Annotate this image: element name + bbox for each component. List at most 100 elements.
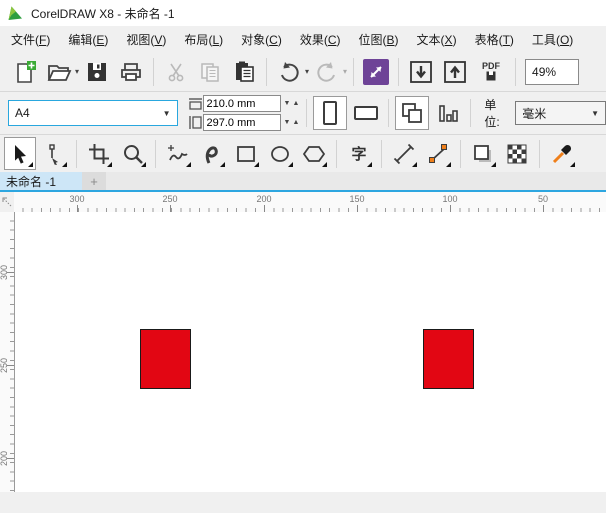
toolbar-separator (153, 57, 155, 86)
new-tab-button[interactable]: + (82, 172, 106, 190)
units-label: 单位: (484, 98, 500, 129)
units-combobox[interactable]: 毫米 ▼ (515, 101, 606, 125)
toolbox-separator (336, 139, 337, 168)
menu-view[interactable]: 视图(V) (117, 27, 175, 52)
toolbox-separator (155, 139, 156, 168)
red-rectangle-shape[interactable] (140, 329, 191, 389)
cut-button (161, 57, 191, 87)
ruler-label: 50 (537, 194, 548, 204)
ruler-major-tick (543, 205, 544, 212)
undo-button[interactable] (274, 57, 304, 87)
rectangle-tool[interactable] (230, 137, 262, 170)
undo-dropdown-caret[interactable]: ▾ (305, 67, 309, 76)
document-tab[interactable]: 未命名 -1 (0, 172, 82, 190)
menu-text[interactable]: 文本(X) (408, 27, 466, 52)
paste-button[interactable] (229, 57, 259, 87)
print-button[interactable] (116, 57, 146, 87)
artistic-media-tool[interactable] (196, 137, 228, 170)
publish-pdf-button[interactable]: PDF (474, 57, 508, 87)
connector-tool[interactable] (422, 137, 454, 170)
title-bar: CorelDRAW X8 - 未命名 -1 (0, 0, 606, 26)
open-document-button[interactable] (44, 57, 74, 87)
page-size-combobox[interactable]: A4 ▼ (8, 100, 178, 126)
ruler-label: 300 (69, 194, 85, 204)
work-area: 300 250 200 150 100 50 300 250 200 (0, 192, 606, 492)
drop-shadow-tool[interactable] (467, 137, 499, 170)
polygon-tool[interactable] (298, 137, 330, 170)
units-value: 毫米 (522, 106, 547, 121)
ruler-label: 100 (442, 194, 458, 204)
chevron-down-icon: ▼ (162, 108, 171, 118)
menu-edit[interactable]: 编辑(E) (59, 27, 117, 52)
apply-size-current-page-button[interactable] (431, 96, 465, 130)
dimension-tool[interactable] (388, 137, 420, 170)
page-width-spinner[interactable]: ▼▲ (284, 100, 302, 107)
toolbox-separator (539, 139, 540, 168)
ruler-label: 200 (256, 194, 272, 204)
shape-tool[interactable] (38, 137, 70, 170)
redo-dropdown-caret: ▾ (343, 67, 348, 76)
ruler-major-tick (7, 272, 14, 273)
ruler-major-tick (450, 205, 451, 212)
propbar-separator (306, 99, 308, 127)
save-button[interactable] (82, 57, 112, 87)
property-bar: A4 ▼ ▼▲ ▼▲ 单位: 毫米 ▼ (0, 92, 606, 135)
portrait-button[interactable] (313, 96, 347, 130)
page-dimensions-group: ▼▲ ▼▲ (188, 95, 302, 131)
application-launcher-button[interactable] (361, 57, 391, 87)
propbar-separator (388, 99, 390, 127)
toolbox: 字 (0, 135, 606, 172)
menu-bar: 文件(F) 编辑(E) 视图(V) 布局(L) 对象(C) 效果(C) 位图(B… (0, 26, 606, 52)
page-height-icon (188, 116, 203, 129)
ruler-label: 150 (349, 194, 365, 204)
drawing-canvas[interactable] (14, 212, 606, 492)
menu-tools[interactable]: 工具(O) (523, 27, 582, 52)
freehand-tool[interactable] (162, 137, 194, 170)
landscape-button[interactable] (349, 96, 383, 130)
ruler-major-tick (7, 365, 14, 366)
pick-tool[interactable] (4, 137, 36, 170)
ellipse-tool[interactable] (264, 137, 296, 170)
coreldraw-logo-icon (7, 5, 23, 21)
text-tool[interactable]: 字 (343, 137, 375, 170)
toolbar-separator (398, 57, 400, 86)
new-document-button[interactable] (10, 57, 40, 87)
zoom-tool[interactable] (117, 137, 149, 170)
crop-tool[interactable] (83, 137, 115, 170)
menu-file[interactable]: 文件(F) (2, 27, 59, 52)
text-tool-glyph: 字 (351, 146, 367, 163)
ruler-origin-corner[interactable] (0, 192, 14, 212)
apply-size-all-pages-button[interactable] (395, 96, 429, 130)
toolbar-separator (515, 57, 517, 86)
open-dropdown-caret[interactable]: ▾ (75, 67, 79, 76)
page-edge-line (14, 212, 15, 492)
transparency-tool[interactable] (501, 137, 533, 170)
vertical-ruler[interactable]: 300 250 200 (0, 212, 15, 492)
copy-button (195, 57, 225, 87)
zoom-level-value: 49% (532, 64, 557, 79)
window-title: CorelDRAW X8 - 未命名 -1 (31, 6, 175, 21)
import-button[interactable] (406, 57, 436, 87)
ruler-major-tick (77, 205, 78, 212)
document-tab-label: 未命名 -1 (6, 174, 57, 189)
zoom-level-combobox[interactable]: 49% (525, 58, 580, 85)
propbar-separator (470, 99, 472, 127)
toolbox-separator (76, 139, 77, 168)
page-width-icon (188, 97, 203, 110)
horizontal-ruler[interactable]: 300 250 200 150 100 50 (14, 192, 606, 213)
page-width-field[interactable] (202, 95, 281, 112)
menu-effects[interactable]: 效果(C) (291, 27, 350, 52)
menu-object[interactable]: 对象(C) (232, 27, 291, 52)
menu-table[interactable]: 表格(T) (466, 27, 523, 52)
red-rectangle-shape[interactable] (423, 329, 474, 389)
page-height-field[interactable] (202, 114, 281, 131)
export-button[interactable] (440, 57, 470, 87)
menu-layout[interactable]: 布局(L) (175, 27, 232, 52)
page-height-spinner[interactable]: ▼▲ (284, 119, 302, 126)
toolbox-separator (460, 139, 461, 168)
color-eyedropper-tool[interactable] (546, 137, 578, 170)
ruler-major-tick (357, 205, 358, 212)
chevron-down-icon: ▼ (591, 108, 599, 118)
menu-bitmaps[interactable]: 位图(B) (350, 27, 408, 52)
page-size-value: A4 (15, 106, 30, 120)
